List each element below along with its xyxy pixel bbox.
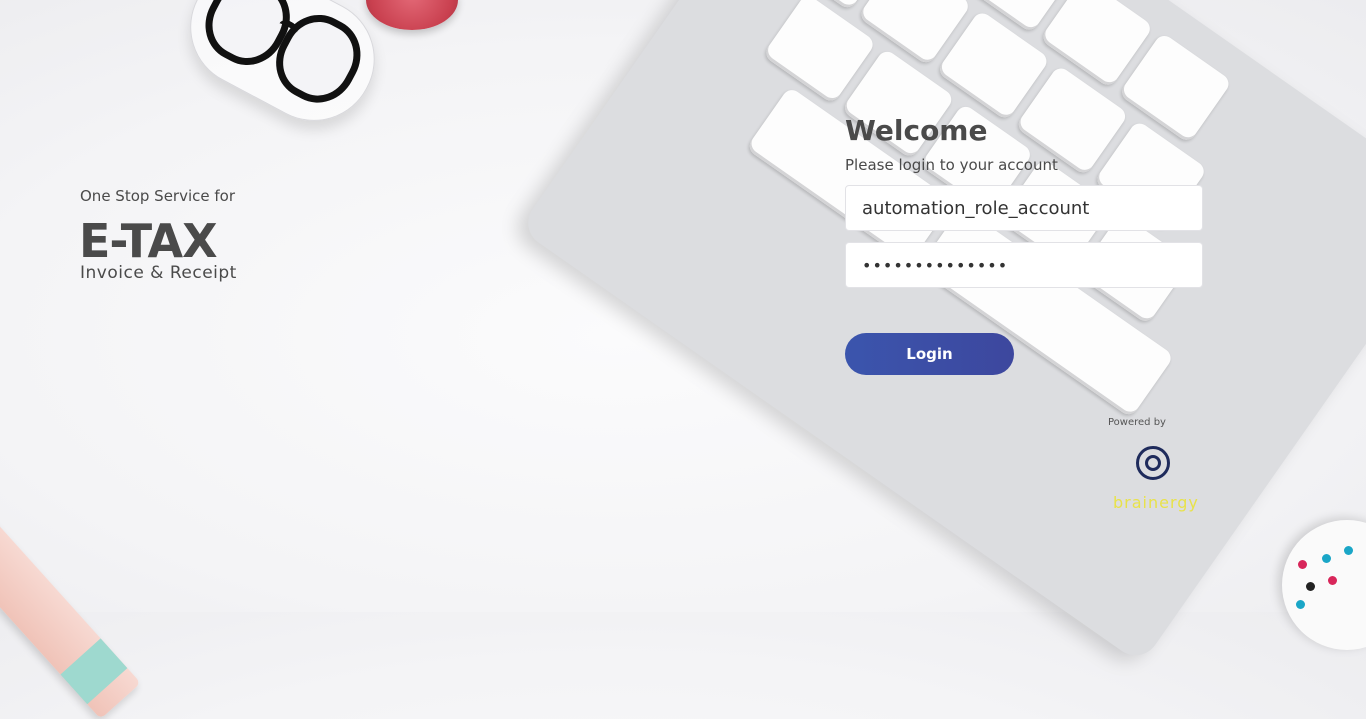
glasses-decoration (129, 0, 421, 193)
password-input[interactable] (845, 242, 1203, 288)
welcome-heading: Welcome (845, 114, 988, 147)
pencil-decoration (0, 460, 141, 719)
brand-title: E-TAX (79, 214, 218, 268)
dotted-ball-decoration (1282, 520, 1366, 650)
brainergy-logo-icon (1136, 446, 1170, 480)
login-button[interactable]: Login (845, 333, 1014, 375)
login-instruction: Please login to your account (845, 156, 1058, 174)
username-input[interactable] (845, 185, 1203, 231)
brainergy-logo-text: brainergy (1113, 493, 1199, 512)
brand-subtitle: Invoice & Receipt (80, 263, 237, 283)
powered-by-label: Powered by (1108, 417, 1166, 428)
hero-tagline: One Stop Service for (80, 187, 236, 205)
